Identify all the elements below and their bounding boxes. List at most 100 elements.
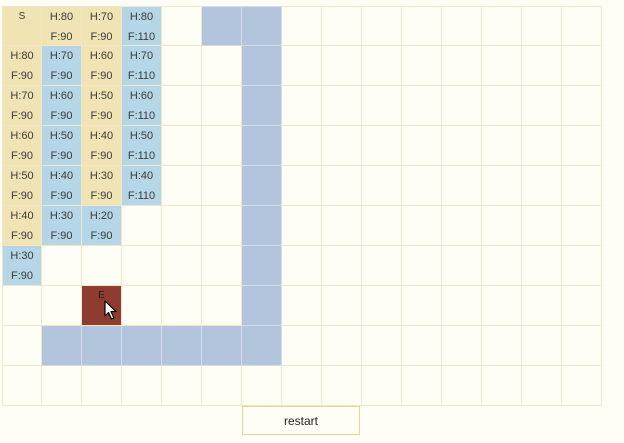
grid-cell[interactable] [442, 46, 482, 86]
grid-cell[interactable] [442, 166, 482, 206]
grid-cell[interactable] [362, 46, 402, 86]
grid-cell[interactable] [162, 246, 202, 286]
grid-cell[interactable] [362, 6, 402, 46]
grid-cell[interactable] [122, 366, 162, 406]
grid-cell[interactable] [442, 126, 482, 166]
wall-cell[interactable] [242, 246, 282, 286]
wall-cell[interactable] [202, 326, 242, 366]
grid-cell[interactable] [482, 6, 522, 46]
grid-cell[interactable] [522, 206, 562, 246]
grid-cell[interactable] [162, 126, 202, 166]
grid-cell[interactable] [482, 286, 522, 326]
grid-cell[interactable] [282, 166, 322, 206]
wall-cell[interactable] [242, 286, 282, 326]
grid-cell[interactable] [322, 206, 362, 246]
grid-cell[interactable] [442, 326, 482, 366]
grid-cell[interactable] [122, 206, 162, 246]
grid-cell[interactable] [282, 246, 322, 286]
grid-cell[interactable] [162, 166, 202, 206]
grid-cell[interactable] [122, 246, 162, 286]
grid-cell[interactable] [362, 86, 402, 126]
grid-cell[interactable] [202, 246, 242, 286]
start-cell[interactable]: S [2, 6, 42, 46]
end-cell[interactable]: E [82, 286, 122, 326]
open-cell[interactable]: H:30 F:90 [2, 246, 42, 286]
grid-cell[interactable] [162, 366, 202, 406]
wall-cell[interactable] [242, 6, 282, 46]
restart-button[interactable]: restart [242, 406, 360, 435]
grid-cell[interactable] [202, 366, 242, 406]
grid-cell[interactable] [122, 286, 162, 326]
grid-cell[interactable] [482, 126, 522, 166]
grid-cell[interactable] [162, 86, 202, 126]
closed-cell[interactable]: H:50 F:90 [2, 166, 42, 206]
grid-cell[interactable] [42, 286, 82, 326]
grid-cell[interactable] [2, 366, 42, 406]
grid-cell[interactable] [442, 206, 482, 246]
grid-cell[interactable] [482, 206, 522, 246]
grid-cell[interactable] [162, 46, 202, 86]
grid-cell[interactable] [282, 286, 322, 326]
grid-cell[interactable] [562, 246, 602, 286]
grid-cell[interactable] [482, 46, 522, 86]
open-cell[interactable]: H:50 F:110 [122, 126, 162, 166]
grid-cell[interactable] [562, 326, 602, 366]
grid-cell[interactable] [362, 326, 402, 366]
open-cell[interactable]: H:70 F:110 [122, 46, 162, 86]
grid-cell[interactable] [522, 86, 562, 126]
grid-cell[interactable] [82, 246, 122, 286]
grid-cell[interactable] [522, 366, 562, 406]
grid-cell[interactable] [282, 86, 322, 126]
closed-cell[interactable]: H:60 F:90 [2, 126, 42, 166]
grid-cell[interactable] [562, 6, 602, 46]
grid-cell[interactable] [282, 206, 322, 246]
grid-cell[interactable] [202, 166, 242, 206]
grid-cell[interactable] [482, 326, 522, 366]
grid-cell[interactable] [322, 86, 362, 126]
grid-cell[interactable] [402, 126, 442, 166]
open-cell[interactable]: H:20 F:90 [82, 206, 122, 246]
wall-cell[interactable] [242, 166, 282, 206]
grid-cell[interactable] [362, 206, 402, 246]
grid-cell[interactable] [522, 246, 562, 286]
closed-cell[interactable]: H:70 F:90 [82, 6, 122, 46]
grid-cell[interactable] [362, 286, 402, 326]
grid-cell[interactable] [322, 326, 362, 366]
grid-cell[interactable] [442, 86, 482, 126]
wall-cell[interactable] [202, 6, 242, 46]
grid-cell[interactable] [322, 6, 362, 46]
grid-cell[interactable] [362, 366, 402, 406]
wall-cell[interactable] [242, 326, 282, 366]
grid-cell[interactable] [282, 6, 322, 46]
wall-cell[interactable] [82, 326, 122, 366]
open-cell[interactable]: H:40 F:110 [122, 166, 162, 206]
grid-cell[interactable] [322, 166, 362, 206]
grid-cell[interactable] [202, 86, 242, 126]
grid-cell[interactable] [522, 6, 562, 46]
grid-cell[interactable] [402, 86, 442, 126]
grid-cell[interactable] [562, 166, 602, 206]
grid-cell[interactable] [442, 6, 482, 46]
grid-cell[interactable] [362, 126, 402, 166]
grid-cell[interactable] [402, 246, 442, 286]
closed-cell[interactable]: H:50 F:90 [82, 86, 122, 126]
open-cell[interactable]: H:80 F:110 [122, 6, 162, 46]
grid-cell[interactable] [442, 286, 482, 326]
wall-cell[interactable] [122, 326, 162, 366]
grid-cell[interactable] [322, 286, 362, 326]
grid-cell[interactable] [202, 206, 242, 246]
grid-cell[interactable] [162, 206, 202, 246]
wall-cell[interactable] [42, 326, 82, 366]
grid-cell[interactable] [402, 206, 442, 246]
grid-cell[interactable] [202, 126, 242, 166]
closed-cell[interactable]: H:80 F:90 [42, 6, 82, 46]
grid-cell[interactable] [482, 86, 522, 126]
grid-cell[interactable] [562, 126, 602, 166]
grid-cell[interactable] [162, 6, 202, 46]
grid-cell[interactable] [522, 286, 562, 326]
open-cell[interactable]: H:40 F:90 [42, 166, 82, 206]
grid-cell[interactable] [482, 166, 522, 206]
grid-cell[interactable] [402, 286, 442, 326]
grid-cell[interactable] [242, 366, 282, 406]
grid-cell[interactable] [522, 326, 562, 366]
